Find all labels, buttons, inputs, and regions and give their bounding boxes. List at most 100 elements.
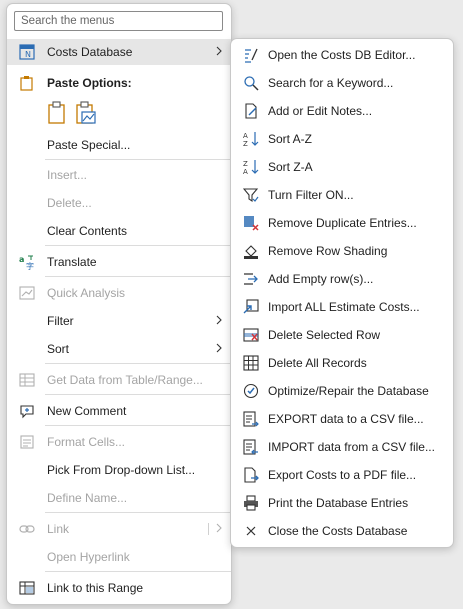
menu-item-format-cells[interactable]: Format Cells... xyxy=(7,429,231,455)
submenu-item-close-database[interactable]: Close the Costs Database xyxy=(231,517,453,545)
chevron-right-icon xyxy=(216,46,222,56)
paste-options-group xyxy=(47,101,97,125)
submenu-item-search-keyword[interactable]: Search for a Keyword... xyxy=(231,69,453,97)
menu-item-label: Import ALL Estimate Costs... xyxy=(268,300,420,314)
menu-item-label: Open the Costs DB Editor... xyxy=(268,48,416,62)
separator xyxy=(45,245,231,246)
submenu-item-sort-az[interactable]: AZ Sort A-Z xyxy=(231,125,453,153)
menu-item-label: Delete... xyxy=(47,196,92,210)
submenu-item-import-csv[interactable]: IMPORT data from a CSV file... xyxy=(231,433,453,461)
menu-item-translate[interactable]: a字 Translate xyxy=(7,249,231,275)
separator xyxy=(45,571,231,572)
menu-item-label: Remove Row Shading xyxy=(268,244,388,258)
menu-item-paste-special[interactable]: Paste Special... xyxy=(7,132,231,158)
submenu-item-delete-all-records[interactable]: Delete All Records xyxy=(231,349,453,377)
menu-item-label: Get Data from Table/Range... xyxy=(47,373,203,387)
menu-item-label: Remove Duplicate Entries... xyxy=(268,216,417,230)
separator xyxy=(45,425,231,426)
import-icon xyxy=(243,299,259,315)
menu-item-label: Add Empty row(s)... xyxy=(268,272,374,286)
submenu-item-edit-notes[interactable]: Add or Edit Notes... xyxy=(231,97,453,125)
chevron-right-icon xyxy=(216,315,222,325)
submenu-item-add-empty-rows[interactable]: Add Empty row(s)... xyxy=(231,265,453,293)
menu-item-label: Link xyxy=(47,522,70,536)
menu-item-label: Delete All Records xyxy=(268,356,367,370)
filter-icon xyxy=(243,187,259,203)
search-menus-input[interactable] xyxy=(14,11,223,31)
menu-item-label: Costs Database xyxy=(47,45,133,59)
submenu-item-import-estimate-costs[interactable]: Import ALL Estimate Costs... xyxy=(231,293,453,321)
menu-item-label: Export Costs to a PDF file... xyxy=(268,468,417,482)
menu-item-sort[interactable]: Sort xyxy=(7,336,231,362)
menu-item-label: Insert... xyxy=(47,168,88,182)
svg-text:A: A xyxy=(243,168,248,175)
menu-item-label: Add or Edit Notes... xyxy=(268,104,373,118)
menu-item-label: IMPORT data from a CSV file... xyxy=(268,440,435,454)
separator xyxy=(45,512,231,513)
svg-text:Z: Z xyxy=(243,160,248,168)
chevron-right-icon xyxy=(216,343,222,353)
submenu-item-export-csv[interactable]: EXPORT data to a CSV file... xyxy=(231,405,453,433)
paint-bucket-icon xyxy=(243,243,259,259)
menu-item-label: Paste Special... xyxy=(47,138,131,152)
separator xyxy=(45,394,231,395)
menu-item-label: Search for a Keyword... xyxy=(268,76,394,90)
editor-icon xyxy=(243,47,259,63)
link-icon xyxy=(19,521,35,537)
submenu-item-export-pdf[interactable]: Export Costs to a PDF file... xyxy=(231,461,453,489)
submenu-item-optimize-repair[interactable]: Optimize/Repair the Database xyxy=(231,377,453,405)
menu-item-label: Sort xyxy=(47,342,70,356)
svg-text:字: 字 xyxy=(26,261,34,270)
menu-item-new-comment[interactable]: New Comment xyxy=(7,398,231,424)
svg-text:A: A xyxy=(243,132,248,140)
paste-options-label: Paste Options: xyxy=(47,76,132,90)
menu-item-delete[interactable]: Delete... xyxy=(7,190,231,216)
menu-item-link[interactable]: Link xyxy=(7,516,231,542)
format-cells-icon xyxy=(19,434,35,450)
menu-item-pick-from-list[interactable]: Pick From Drop-down List... xyxy=(7,457,231,483)
import-csv-icon xyxy=(243,439,259,455)
submenu-item-open-editor[interactable]: Open the Costs DB Editor... xyxy=(231,41,453,69)
menu-item-filter[interactable]: Filter xyxy=(7,308,231,334)
menu-item-label: Pick From Drop-down List... xyxy=(47,463,196,477)
menu-item-label: Close the Costs Database xyxy=(268,524,408,538)
remove-duplicates-icon xyxy=(243,215,259,231)
submenu-item-remove-duplicates[interactable]: Remove Duplicate Entries... xyxy=(231,209,453,237)
submenu-item-print[interactable]: Print the Database Entries xyxy=(231,489,453,517)
notes-icon xyxy=(243,103,259,119)
export-csv-icon xyxy=(243,411,259,427)
menu-item-define-name[interactable]: Define Name... xyxy=(7,485,231,511)
menu-item-label: Sort A-Z xyxy=(268,132,313,146)
submenu-item-delete-selected-row[interactable]: Delete Selected Row xyxy=(231,321,453,349)
submenu-item-filter[interactable]: Turn Filter ON... xyxy=(231,181,453,209)
submenu-item-remove-shading[interactable]: Remove Row Shading xyxy=(231,237,453,265)
menu-item-costs-database[interactable]: N Costs Database xyxy=(7,39,231,65)
new-comment-icon xyxy=(19,403,35,419)
separator xyxy=(45,363,231,364)
menu-item-link-to-range[interactable]: Link to this Range xyxy=(7,575,231,601)
menu-item-label: Open Hyperlink xyxy=(47,550,130,564)
link-to-range-icon xyxy=(19,580,35,596)
quick-analysis-icon xyxy=(19,285,35,301)
menu-item-label: Turn Filter ON... xyxy=(268,188,354,202)
sort-za-icon: ZA xyxy=(243,159,259,175)
menu-item-get-data[interactable]: Get Data from Table/Range... xyxy=(7,367,231,393)
paste-icon[interactable] xyxy=(47,101,69,125)
menu-item-quick-analysis[interactable]: Quick Analysis xyxy=(7,280,231,306)
translate-icon: a字 xyxy=(19,254,35,270)
separator xyxy=(45,276,231,277)
delete-row-icon xyxy=(243,327,259,343)
separator xyxy=(45,159,231,160)
menu-item-open-hyperlink[interactable]: Open Hyperlink xyxy=(7,544,231,570)
menu-item-label: Quick Analysis xyxy=(47,286,126,300)
menu-item-clear-contents[interactable]: Clear Contents xyxy=(7,218,231,244)
menu-item-insert[interactable]: Insert... xyxy=(7,162,231,188)
printer-icon xyxy=(243,495,259,511)
menu-item-label: Delete Selected Row xyxy=(268,328,381,342)
context-menu: N Costs Database Paste Options: Paste Sp… xyxy=(6,3,232,605)
delete-all-icon xyxy=(243,355,259,371)
paste-picture-icon[interactable] xyxy=(75,101,97,125)
svg-text:Z: Z xyxy=(243,140,248,147)
search-icon xyxy=(243,75,259,91)
submenu-item-sort-za[interactable]: ZA Sort Z-A xyxy=(231,153,453,181)
